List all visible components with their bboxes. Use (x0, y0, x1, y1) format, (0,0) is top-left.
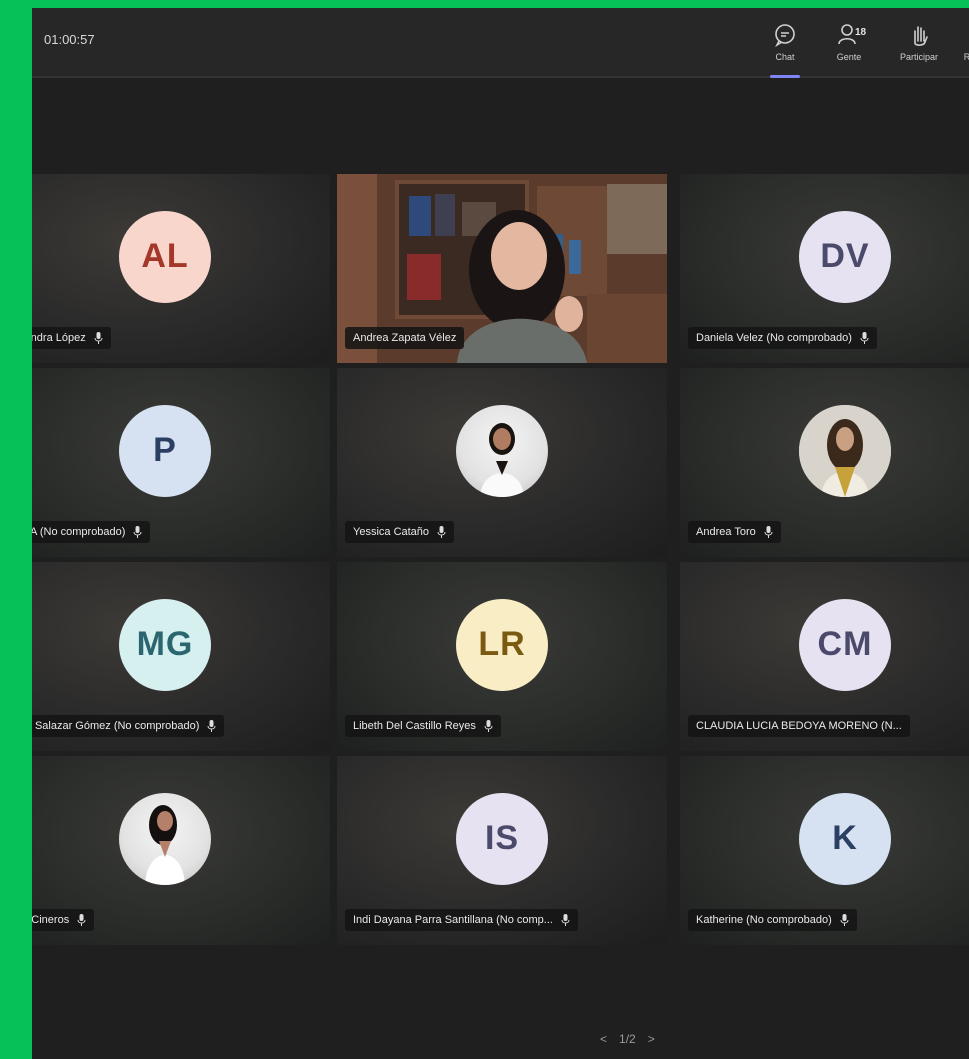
mic-icon (207, 720, 216, 732)
gallery-pager: < 1/2 > (600, 1032, 655, 1046)
people-count: 18 (855, 27, 867, 38)
mic-icon (561, 914, 570, 926)
participant-name-tag: Andrea Zapata Vélez (345, 327, 465, 349)
participant-tile[interactable]: K Katherine (No comprobado) (680, 756, 969, 945)
avatar: DV (799, 210, 891, 303)
participant-tile-active[interactable]: Andrea Zapata Vélez (337, 174, 667, 363)
person-photo-icon (145, 804, 185, 885)
participant-name: Andrea Toro (696, 526, 756, 538)
avatar-photo (799, 404, 891, 497)
participant-name: reo Salazar Gómez (No comprobado) (32, 720, 200, 732)
avatar: CM (799, 598, 891, 691)
mic-icon (437, 526, 446, 538)
participant-name-tag: CLAUDIA LUCIA BEDOYA MORENO (N... (688, 715, 910, 737)
participant-name: Yessica Cataño (353, 526, 430, 538)
mic-icon (840, 914, 849, 926)
participant-tile[interactable]: an Cineros (32, 756, 330, 945)
participant-name: Indi Dayana Parra Santillana (No comp... (353, 914, 553, 926)
next-page-button[interactable]: > (648, 1032, 655, 1046)
participant-name-tag: Indi Dayana Parra Santillana (No comp... (345, 909, 578, 931)
teams-meeting-window: 01:00:57 Chat 18 Gente Participar R AL n… (32, 8, 969, 1059)
participant-name: Katherine (No comprobado) (696, 914, 832, 926)
person-photo-icon (480, 422, 524, 497)
chat-label: Chat (775, 52, 795, 62)
participant-name: ejandra López (32, 332, 86, 344)
participant-name: ULA (No comprobado) (32, 526, 126, 538)
participant-name: Daniela Velez (No comprobado) (696, 332, 852, 344)
participant-tile[interactable]: LR Libeth Del Castillo Reyes (337, 562, 667, 751)
reactions-button[interactable]: R (952, 16, 969, 72)
participant-name-tag: Katherine (No comprobado) (688, 909, 857, 931)
meeting-toolbar: 01:00:57 Chat 18 Gente Participar R (32, 8, 969, 78)
avatar: IS (456, 792, 548, 885)
avatar: AL (119, 210, 211, 303)
participant-name-tag: Yessica Cataño (345, 521, 455, 543)
participant-name-tag: reo Salazar Gómez (No comprobado) (32, 715, 225, 737)
participant-name: an Cineros (32, 914, 70, 926)
chat-icon (775, 24, 795, 48)
page-indicator: 1/2 (619, 1032, 636, 1046)
participant-name-tag: Libeth Del Castillo Reyes (345, 715, 501, 737)
participant-name-tag: Daniela Velez (No comprobado) (688, 327, 877, 349)
person-photo-icon (799, 404, 891, 497)
chat-button[interactable]: Chat (758, 16, 812, 78)
meeting-timer: 01:00:57 (44, 32, 95, 47)
participant-tile[interactable]: CM CLAUDIA LUCIA BEDOYA MORENO (N... (680, 562, 969, 751)
participant-name-tag: ULA (No comprobado) (32, 521, 151, 543)
participant-name: Andrea Zapata Vélez (353, 332, 457, 344)
previous-page-button[interactable]: < (600, 1032, 607, 1046)
participant-tile[interactable]: MG reo Salazar Gómez (No comprobado) (32, 562, 330, 751)
participant-name-tag: Andrea Toro (688, 521, 781, 543)
participant-tile[interactable]: DV Daniela Velez (No comprobado) (680, 174, 969, 363)
participant-tile[interactable]: Andrea Toro (680, 368, 969, 557)
mic-icon (484, 720, 493, 732)
participant-name-tag: an Cineros (32, 909, 95, 931)
raise-hand-label: Participar (899, 52, 938, 62)
raise-hand-icon (914, 26, 928, 46)
mic-icon (133, 526, 142, 538)
participant-tile[interactable]: AL ejandra López (32, 174, 330, 363)
participant-tile[interactable]: Yessica Cataño (337, 368, 667, 557)
mic-icon (860, 332, 869, 344)
participant-tile[interactable]: P ULA (No comprobado) (32, 368, 330, 557)
reactions-label: R (963, 52, 969, 62)
mic-icon (77, 914, 86, 926)
avatar-photo (119, 792, 211, 885)
avatar: K (799, 792, 891, 885)
people-button[interactable]: 18 Gente (822, 16, 876, 72)
participant-name: CLAUDIA LUCIA BEDOYA MORENO (N... (696, 720, 902, 732)
avatar: P (119, 404, 211, 497)
mic-icon (764, 526, 773, 538)
mic-icon (94, 332, 103, 344)
avatar: LR (456, 598, 548, 691)
participant-name-tag: ejandra López (32, 327, 111, 349)
participant-name: Libeth Del Castillo Reyes (353, 720, 476, 732)
avatar-photo (456, 404, 548, 497)
avatar: MG (119, 598, 211, 691)
participant-tile[interactable]: IS Indi Dayana Parra Santillana (No comp… (337, 756, 667, 945)
people-label: Gente (836, 52, 862, 62)
raise-hand-button[interactable]: Participar (892, 16, 946, 72)
